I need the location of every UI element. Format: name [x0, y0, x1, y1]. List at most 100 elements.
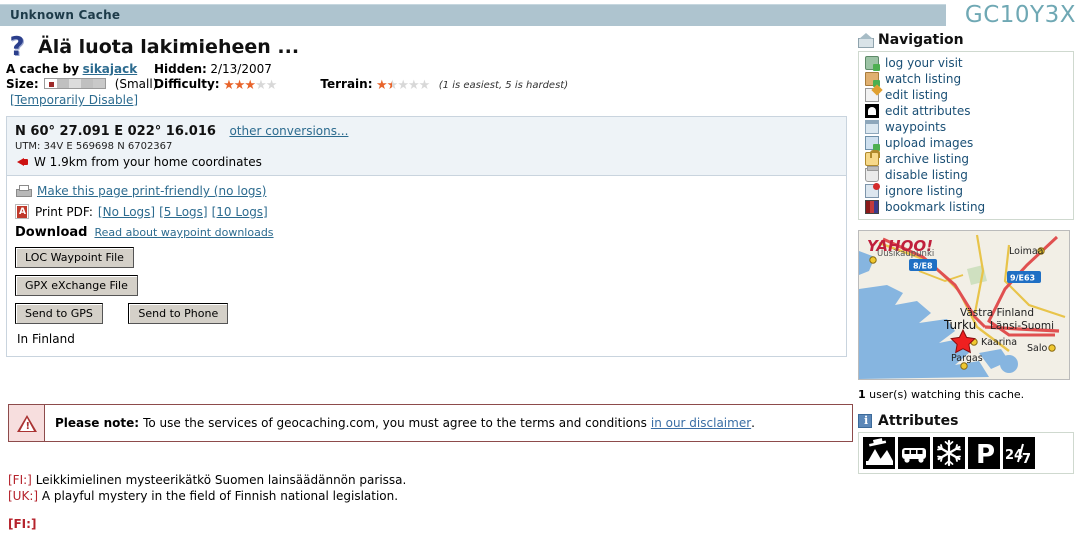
description-section-heading: [FI:]: [8, 517, 37, 531]
winter-icon[interactable]: [933, 437, 965, 469]
difficulty-stars: ★★★★★: [223, 78, 277, 93]
owner-prefix: A cache by: [6, 62, 80, 76]
edit-icon: [865, 88, 879, 102]
other-conversions-link[interactable]: other conversions...: [229, 124, 348, 138]
disclaimer-link[interactable]: in our disclaimer: [651, 416, 751, 430]
loc-row: LOC Waypoint File: [15, 247, 838, 275]
sidebar-item-bookmark-listing[interactable]: bookmark listing: [863, 199, 1069, 215]
loc-waypoint-file-button[interactable]: LOC Waypoint File: [15, 247, 134, 268]
scenic-view-icon[interactable]: [863, 437, 895, 469]
svg-text:Kaarina: Kaarina: [981, 337, 1017, 348]
svg-text:Uusikaupunki: Uusikaupunki: [877, 249, 934, 259]
direction-arrow-icon: [15, 156, 29, 168]
notice-body: To use the services of geocaching.com, y…: [143, 416, 647, 430]
sidebar-item-log-your-visit[interactable]: log your visit: [863, 55, 1069, 71]
sidebar-item-label: edit listing: [885, 88, 949, 102]
svg-text:7: 7: [1022, 452, 1031, 467]
owner-link[interactable]: sikajack: [83, 62, 138, 76]
lock-icon: [865, 150, 880, 166]
download-row: Download Read about waypoint downloads: [15, 225, 838, 240]
log-visit-icon: [865, 56, 880, 71]
notice-bold: Please note:: [55, 416, 140, 430]
home-icon: [858, 33, 874, 48]
sidebar-item-edit-attributes[interactable]: edit attributes: [863, 103, 1069, 119]
tools-panel: Make this page print-friendly (no logs) …: [6, 176, 847, 357]
primary-coordinates: N 60° 27.091 E 022° 16.016: [15, 124, 216, 139]
watchers-count: 1: [858, 388, 866, 401]
trash-icon: [865, 166, 879, 182]
gpx-exchange-file-button[interactable]: GPX eXchange File: [15, 275, 138, 296]
ignore-icon: [865, 183, 880, 198]
cache-listing-page: Unknown Cache GC10Y3X ? Älä luota lakimi…: [0, 0, 1078, 538]
svg-text:Salo: Salo: [1027, 343, 1047, 354]
description-line: [FI:] Leikkimielinen mysteerikätkö Suome…: [8, 472, 848, 488]
disable-row: [Temporarily Disable]: [6, 93, 856, 108]
page-title: Älä luota lakimieheen ...: [38, 36, 300, 58]
sidebar-item-label: watch listing: [885, 72, 962, 86]
svg-text:Turku: Turku: [943, 318, 976, 332]
pdf-no-logs-link[interactable]: [No Logs]: [98, 205, 155, 219]
pdf-10-logs-link[interactable]: [10 Logs]: [212, 205, 268, 219]
send-to-phone-button[interactable]: Send to Phone: [128, 303, 229, 324]
navigation-list: log your visit watch listing edit listin…: [858, 51, 1074, 220]
sidebar-item-label: edit attributes: [885, 104, 971, 118]
cache-type-label: Unknown Cache: [10, 8, 121, 22]
print-friendly-row[interactable]: Make this page print-friendly (no logs): [15, 184, 838, 198]
sidebar-item-label: bookmark listing: [885, 200, 986, 214]
location-map[interactable]: YAHOO! 8/E8 9/E63 Loimaa Uusikaupunki Vä…: [858, 230, 1070, 380]
pdf-5-logs-link[interactable]: [5 Logs]: [159, 205, 208, 219]
sidebar-item-ignore-listing[interactable]: ignore listing: [863, 183, 1069, 199]
main-content: ? Älä luota lakimieheen ... A cache by s…: [0, 30, 856, 357]
print-friendly-link[interactable]: Make this page print-friendly (no logs): [37, 184, 266, 198]
public-transportation-icon[interactable]: [898, 437, 930, 469]
svg-text:8/E8: 8/E8: [913, 262, 933, 271]
sidebar-item-disable-listing[interactable]: disable listing: [863, 166, 1069, 183]
print-pdf-row: Print PDF: [No Logs] [5 Logs] [10 Logs]: [15, 204, 838, 219]
lang-tag-fi: [FI:]: [8, 473, 32, 487]
watchers-row: 1 user(s) watching this cache.: [858, 388, 1074, 401]
gc-code: GC10Y3X: [964, 2, 1076, 28]
svg-text:Pargas: Pargas: [951, 353, 983, 364]
attributes-list: P 24 7: [858, 432, 1074, 474]
available-24-7-icon[interactable]: 24 7: [1003, 437, 1035, 469]
sidebar-item-label: waypoints: [885, 120, 947, 134]
cache-description: [FI:] Leikkimielinen mysteerikätkö Suome…: [8, 472, 848, 532]
pdf-icon: [15, 204, 29, 219]
download-read-link[interactable]: Read about waypoint downloads: [94, 226, 273, 239]
attributes-header: Attributes: [858, 413, 1074, 429]
sidebar-item-label: upload images: [885, 136, 974, 150]
cache-location: In Finland: [17, 332, 75, 346]
sidebar-item-upload-images[interactable]: upload images: [863, 135, 1069, 151]
svg-text:P: P: [976, 440, 995, 469]
hidden-label: Hidden:: [154, 62, 207, 76]
bookmark-icon: [865, 200, 879, 214]
info-icon: [858, 414, 872, 428]
navigation-title: Navigation: [878, 32, 964, 48]
sidebar-item-label: log your visit: [885, 56, 963, 70]
printer-icon: [15, 184, 32, 198]
cache-title-row: ? Älä luota lakimieheen ...: [0, 30, 856, 62]
sidebar-item-edit-listing[interactable]: edit listing: [863, 87, 1069, 103]
notice-text: Please note: To use the services of geoc…: [45, 405, 852, 441]
print-pdf-label: Print PDF:: [35, 204, 93, 219]
parking-available-icon[interactable]: P: [968, 437, 1000, 469]
temporarily-disable-link[interactable]: [Temporarily Disable]: [10, 93, 138, 108]
sidebar-item-waypoints[interactable]: waypoints: [863, 119, 1069, 135]
size-label: Size:: [6, 77, 39, 91]
sidebar: Navigation log your visit watch listing …: [858, 32, 1074, 474]
sidebar-item-watch-listing[interactable]: watch listing: [863, 71, 1069, 87]
coordinates-panel: N 60° 27.091 E 022° 16.016 other convers…: [6, 116, 847, 176]
send-row: Send to GPS Send to Phone: [15, 303, 838, 331]
notice-tail: .: [751, 416, 755, 430]
owner-row: A cache by sikajack Hidden: 2/13/2007: [6, 62, 856, 77]
description-line: [UK:] A playful mystery in the field of …: [8, 488, 848, 504]
sidebar-item-archive-listing[interactable]: archive listing: [863, 150, 1069, 167]
coordinates-row: N 60° 27.091 E 022° 16.016 other convers…: [15, 124, 838, 139]
send-to-gps-button[interactable]: Send to GPS: [15, 303, 103, 324]
svg-text:9/E63: 9/E63: [1010, 274, 1035, 283]
cache-type-bar: Unknown Cache: [0, 4, 946, 26]
watchers-text: user(s) watching this cache.: [869, 388, 1025, 401]
lang-tag-uk: [UK:]: [8, 489, 39, 503]
disclaimer-notice: ! Please note: To use the services of ge…: [8, 404, 853, 442]
difficulty-label: Difficulty:: [154, 77, 220, 91]
